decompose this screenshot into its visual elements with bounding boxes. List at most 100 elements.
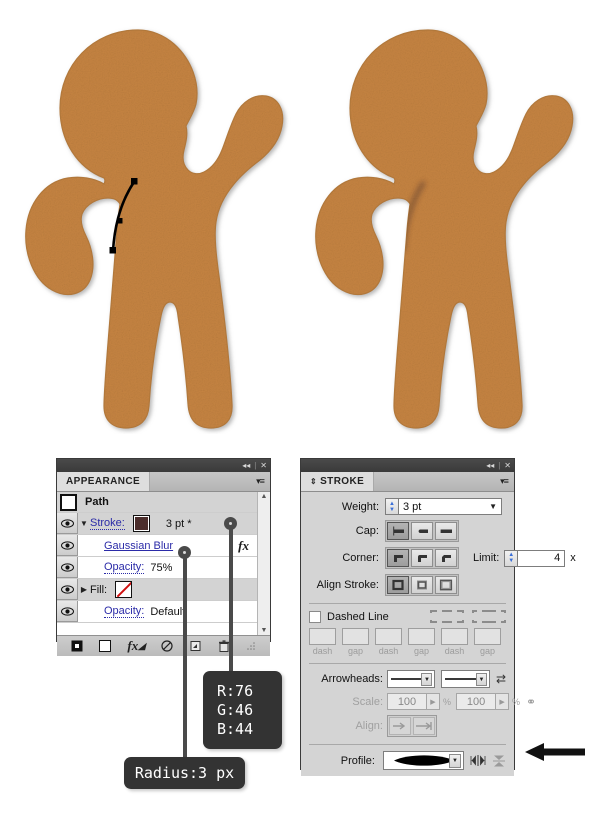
appearance-label-stroke[interactable]: Stroke: [90, 517, 125, 530]
disclosure-triangle-fill[interactable]: ▶ [78, 585, 90, 594]
flip-profile-across-button[interactable] [470, 754, 486, 767]
stroke-weight-value: 3 pt * [165, 517, 192, 530]
align-inside-button[interactable] [411, 576, 433, 594]
corner-button-group[interactable] [385, 547, 459, 569]
arrowhead-end-caret-icon[interactable]: ▼ [475, 673, 487, 686]
resize-grip-icon[interactable] [246, 641, 256, 651]
round-join-icon [418, 555, 427, 562]
gap-field-1[interactable] [342, 628, 369, 645]
appearance-label-gaussian-blur[interactable]: Gaussian Blur [104, 540, 173, 552]
collapse-icon[interactable]: ◂◂ [242, 461, 250, 470]
align-arrowheads-button-group[interactable] [387, 715, 437, 737]
align-stroke-button-group[interactable] [385, 574, 459, 596]
scale-end-input[interactable]: 100 [456, 693, 497, 710]
tab-stroke[interactable]: ⇕ STROKE [301, 472, 375, 491]
scale-start-stepper[interactable]: ▶ [427, 693, 440, 710]
add-new-stroke-button[interactable] [71, 640, 83, 652]
stroke-color-swatch[interactable] [132, 515, 150, 532]
close-icon[interactable]: ✕ [504, 461, 511, 470]
visibility-toggle-stroke-opacity[interactable] [57, 557, 78, 578]
butt-cap-button[interactable] [387, 522, 409, 540]
dashed-line-checkbox[interactable] [309, 610, 321, 623]
appearance-panel[interactable]: ◂◂ | ✕ APPEARANCE ▾≡ Path ▼ Stroke: 3 pt… [56, 458, 271, 656]
miter-join-button[interactable] [387, 549, 409, 567]
profile-select[interactable]: ▼ [383, 751, 464, 770]
close-icon[interactable]: ✕ [260, 461, 267, 470]
cap-button-group[interactable] [385, 520, 459, 542]
limit-stepper[interactable]: ▲ ▼ [504, 549, 518, 567]
gingerbread-figure-right[interactable] [310, 22, 582, 434]
duplicate-item-button[interactable] [190, 640, 202, 652]
dash-field-2[interactable] [375, 628, 402, 645]
add-new-effect-button[interactable]: fx ◢ [127, 638, 145, 654]
appearance-target-row[interactable]: Path [57, 492, 257, 513]
fill-none-swatch[interactable] [115, 581, 133, 598]
stroke-panel[interactable]: ◂◂ | ✕ ⇕ STROKE ▾≡ Weight: ▲ ▼ 3 pt ▼ Ca… [300, 458, 576, 776]
limit-input[interactable]: 4 [517, 549, 566, 567]
arrowheads-label: Arrowheads: [321, 673, 383, 685]
dash-gap-field-row [309, 628, 506, 645]
appearance-label-fill[interactable]: Fill: [90, 584, 107, 596]
dash-preserve-icon[interactable] [430, 610, 464, 623]
arrowhead-start-caret-icon[interactable]: ▼ [421, 673, 433, 686]
delete-item-button[interactable] [218, 639, 230, 653]
dash-field-3[interactable] [441, 628, 468, 645]
place-arrow-at-end-button[interactable] [413, 717, 435, 735]
appearance-row-object-opacity[interactable]: Opacity: Default [57, 601, 257, 623]
tab-appearance[interactable]: APPEARANCE [57, 472, 151, 491]
link-scale-icon[interactable]: ⚭ [526, 695, 536, 709]
dash-preset-buttons [430, 610, 506, 623]
dash-adjust-icon[interactable] [472, 610, 506, 623]
screenshot-root: ◂◂ | ✕ APPEARANCE ▾≡ Path ▼ Stroke: 3 pt… [0, 0, 600, 820]
collapse-icon[interactable]: ◂◂ [486, 461, 494, 470]
weight-input[interactable]: 3 pt ▼ [398, 498, 502, 515]
profile-row: Profile: ▼ [309, 751, 506, 770]
bevel-join-icon [442, 555, 451, 562]
eye-icon [60, 606, 74, 616]
scale-start-unit: % [443, 696, 452, 707]
scale-end-stepper[interactable]: ▶ [496, 693, 510, 710]
appearance-label-object-opacity[interactable]: Opacity: [104, 605, 145, 618]
panel-menu-icon[interactable]: ▾≡ [250, 472, 270, 491]
gap-field-3[interactable] [474, 628, 501, 645]
corner-row: Corner: Limit: ▲ ▼ 4 x [309, 547, 576, 569]
align-outside-button[interactable] [435, 576, 457, 594]
scale-start-input[interactable]: 100 [387, 693, 427, 710]
rgb-callout-line-r: R:76 [217, 681, 254, 700]
extend-arrow-beyond-end-button[interactable] [389, 717, 411, 735]
scroll-up-arrow-icon[interactable]: ▲ [261, 493, 268, 500]
scroll-down-arrow-icon[interactable]: ▼ [261, 627, 268, 634]
arrowhead-start-select[interactable]: ▼ [387, 670, 436, 688]
appearance-label-stroke-opacity[interactable]: Opacity: [104, 561, 145, 574]
appearance-row-gaussian-blur[interactable]: Gaussian Blur fx [57, 535, 257, 557]
gingerbread-figure-left[interactable] [20, 22, 292, 434]
panel-menu-icon[interactable]: ▾≡ [494, 472, 514, 491]
disclosure-triangle-stroke[interactable]: ▼ [78, 519, 90, 528]
projecting-cap-button[interactable] [435, 522, 457, 540]
scale-label: Scale: [352, 695, 383, 708]
visibility-toggle-fill[interactable] [57, 579, 78, 600]
gap-field-2[interactable] [408, 628, 435, 645]
weight-stepper[interactable]: ▲ ▼ [385, 498, 398, 515]
flip-profile-along-button[interactable] [492, 754, 506, 768]
appearance-row-fill[interactable]: ▶ Fill: [57, 579, 257, 601]
visibility-toggle-gaussian-blur[interactable] [57, 535, 78, 556]
dash-field-1[interactable] [309, 628, 336, 645]
visibility-toggle-object-opacity[interactable] [57, 601, 78, 622]
appearance-row-stroke-opacity[interactable]: Opacity: 75% [57, 557, 257, 579]
round-cap-button[interactable] [411, 522, 433, 540]
clear-appearance-button[interactable] [161, 640, 173, 652]
bevel-join-button[interactable] [435, 549, 457, 567]
visibility-toggle-stroke[interactable] [57, 513, 78, 534]
swap-arrowheads-icon[interactable]: ⇄ [496, 672, 506, 686]
gingerbread-right-svg [315, 29, 574, 429]
appearance-scrollbar[interactable]: ▲ ▼ [257, 492, 270, 635]
profile-caret-icon[interactable]: ▼ [449, 754, 461, 768]
align-outside-icon [439, 579, 453, 591]
align-center-button[interactable] [387, 576, 409, 594]
arrowhead-end-select[interactable]: ▼ [441, 670, 490, 688]
appearance-body: Path ▼ Stroke: 3 pt * Gaussian Blur fx O… [57, 492, 270, 635]
weight-dropdown-caret-icon[interactable]: ▼ [489, 502, 497, 511]
add-new-fill-button[interactable] [99, 640, 112, 652]
round-join-button[interactable] [411, 549, 433, 567]
